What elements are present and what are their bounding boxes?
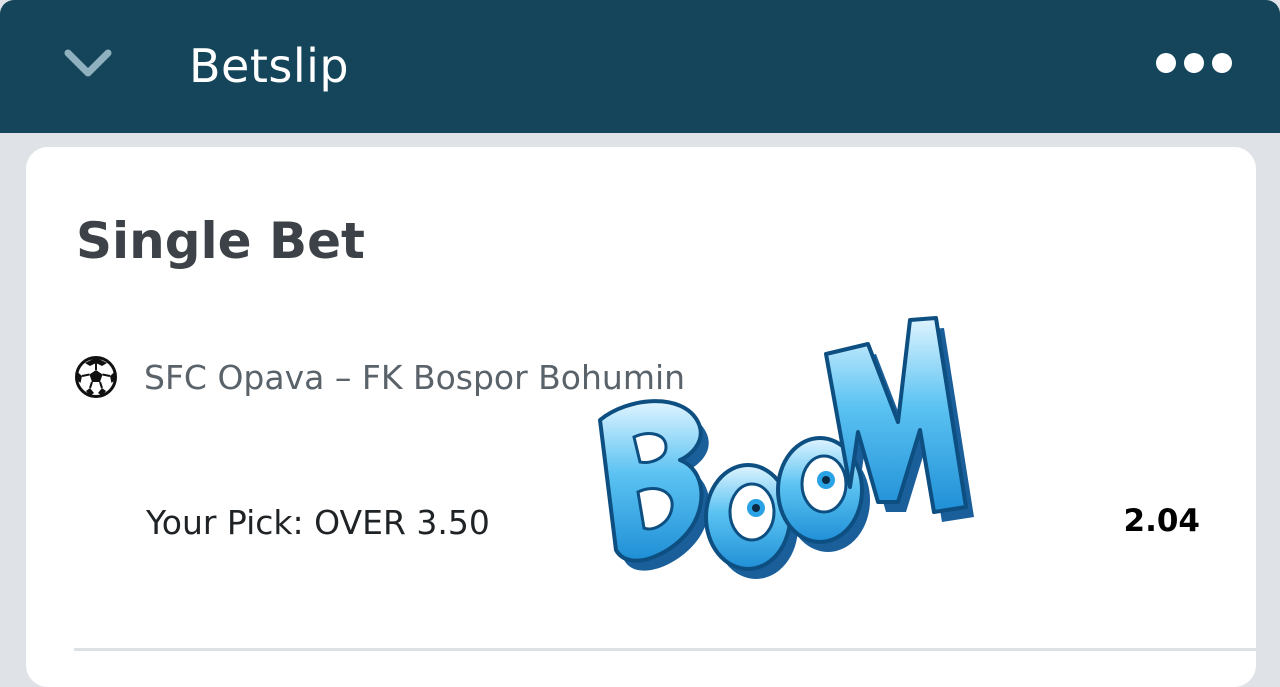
dot (1184, 53, 1204, 73)
divider (74, 648, 1256, 651)
odds-value: 2.04 (1123, 503, 1201, 539)
pick-label: Your Pick: OVER 3.50 (146, 503, 490, 542)
soccer-ball-icon (75, 356, 117, 398)
section-title: Single Bet (76, 212, 365, 270)
page-title: Betslip (189, 39, 350, 93)
boom-sticker (598, 316, 974, 579)
dot (1212, 53, 1232, 73)
more-dots-icon[interactable] (1156, 48, 1232, 78)
dot (1156, 53, 1176, 73)
chevron-down-icon[interactable] (62, 45, 114, 81)
app-header: Betslip (0, 0, 1280, 133)
